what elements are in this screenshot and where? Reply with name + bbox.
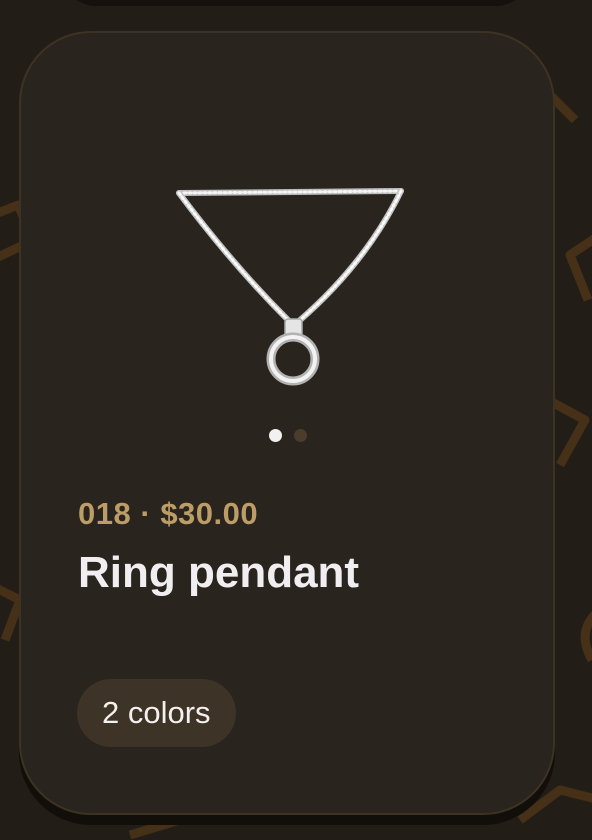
colors-pill[interactable]: 2 colors [77, 679, 236, 747]
ring-pendant-image[interactable] [171, 183, 441, 423]
code-price-line: 018 · $30.00 [78, 496, 258, 532]
carousel-dot-2[interactable] [294, 429, 307, 442]
previous-card-edge [62, 0, 530, 6]
product-code: 018 [78, 496, 132, 531]
product-card[interactable]: 018 · $30.00 Ring pendant 2 colors [19, 31, 555, 815]
product-price: $30.00 [160, 496, 259, 531]
carousel-dot-1[interactable] [269, 429, 282, 442]
separator-dot: · [140, 496, 152, 531]
colors-label: 2 colors [102, 695, 211, 730]
carousel-dots [269, 429, 307, 442]
product-title: Ring pendant [78, 548, 360, 597]
